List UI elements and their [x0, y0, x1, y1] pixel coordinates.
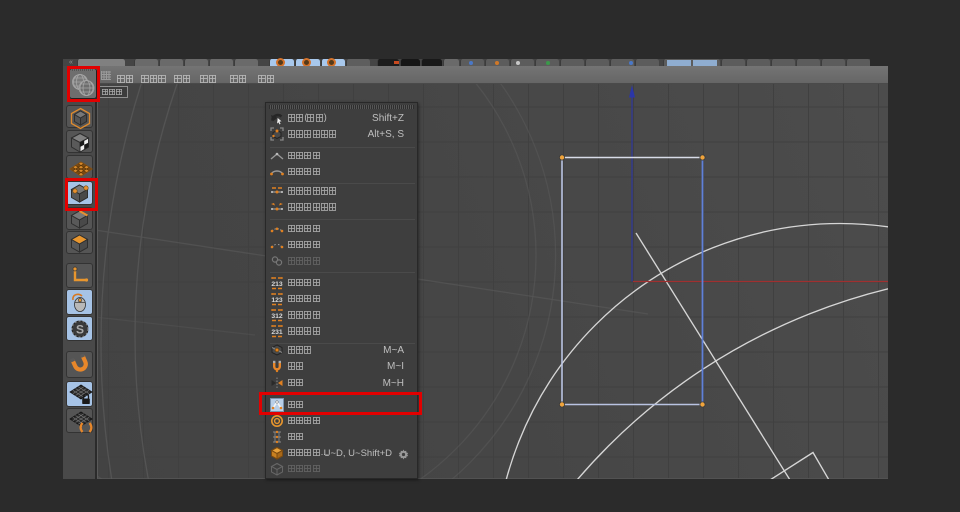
svg-text:213: 213 [271, 281, 283, 288]
svg-text:231: 231 [271, 329, 283, 336]
svg-text:S: S [76, 323, 84, 337]
svg-text:312: 312 [271, 313, 283, 320]
svg-text:123: 123 [271, 297, 283, 304]
